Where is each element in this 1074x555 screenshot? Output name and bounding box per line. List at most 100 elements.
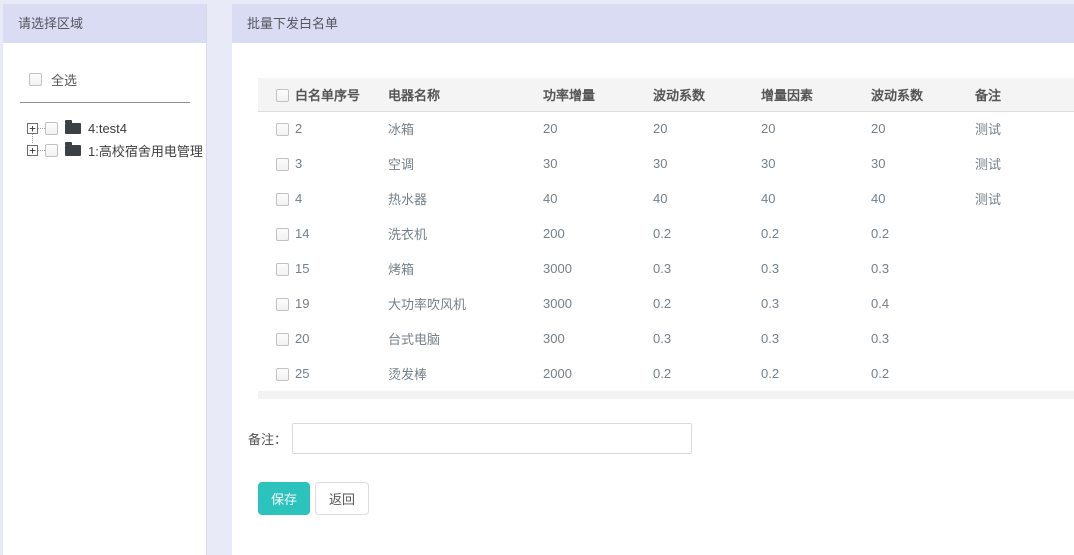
table-cell: 测试: [975, 146, 1074, 181]
table-header-row: 白名单序号 电器名称 功率增量 波动系数 增量因素 波动系数 备注: [258, 78, 1074, 111]
table-cell: 20: [543, 111, 653, 146]
row-checkbox[interactable]: [276, 263, 289, 276]
table-cell: 25: [295, 356, 388, 391]
table-cell: 3000: [543, 251, 653, 286]
table-cell: 4: [295, 181, 388, 216]
tree-node: + 1:高校宿舍用电管理: [27, 142, 206, 158]
table-cell: [975, 321, 1074, 356]
column-header: 波动系数: [653, 78, 761, 111]
tree-node-checkbox[interactable]: [45, 122, 58, 135]
table-cell: 2: [295, 111, 388, 146]
row-checkbox[interactable]: [276, 228, 289, 241]
select-all-checkbox[interactable]: [29, 73, 42, 86]
table-row: 14洗衣机2000.20.20.2: [258, 216, 1074, 251]
table-cell: 30: [761, 146, 871, 181]
column-header: 增量因素: [761, 78, 871, 111]
column-header: 白名单序号: [295, 78, 388, 111]
remark-row: 备注：: [248, 423, 692, 454]
table-cell: 0.3: [653, 251, 761, 286]
horizontal-scrollbar[interactable]: [258, 391, 1074, 399]
table-cell: 0.2: [653, 356, 761, 391]
table-cell: 测试: [975, 111, 1074, 146]
table-cell: 0.2: [761, 356, 871, 391]
table-cell: 40: [653, 181, 761, 216]
column-header: 电器名称: [388, 78, 543, 111]
whitelist-panel: 批量下发白名单 白名单序号 电器名称 功率增量 波动系数 增量因素 波动系数 备…: [232, 4, 1074, 555]
tree-connector: [38, 128, 45, 129]
table-row: 19大功率吹风机30000.20.30.4: [258, 286, 1074, 321]
table-cell: 40: [761, 181, 871, 216]
table-row: 2冰箱20202020测试: [258, 111, 1074, 146]
tree-node-label[interactable]: 1:高校宿舍用电管理: [88, 141, 203, 160]
back-button[interactable]: 返回: [315, 482, 369, 515]
region-tree: + 4:test4 + 1:高校宿舍用电管理: [27, 120, 206, 158]
row-checkbox[interactable]: [276, 193, 289, 206]
select-all-rows-checkbox[interactable]: [276, 89, 289, 102]
table-cell: [975, 356, 1074, 391]
table-cell: 洗衣机: [388, 216, 543, 251]
table-cell: 0.3: [653, 321, 761, 356]
table-cell: 40: [543, 181, 653, 216]
table-cell: 0.2: [653, 216, 761, 251]
column-header: 波动系数: [871, 78, 975, 111]
table-cell: 0.4: [871, 286, 975, 321]
remark-label: 备注：: [248, 429, 287, 448]
save-button[interactable]: 保存: [258, 482, 310, 515]
tree-connector: [38, 150, 45, 151]
row-checkbox[interactable]: [276, 158, 289, 171]
table-cell: 200: [543, 216, 653, 251]
column-header: 功率增量: [543, 78, 653, 111]
folder-icon: [65, 123, 81, 134]
expand-plus-icon[interactable]: +: [27, 123, 38, 134]
row-checkbox[interactable]: [276, 333, 289, 346]
table-cell: 0.2: [653, 286, 761, 321]
table-cell: 19: [295, 286, 388, 321]
whitelist-table-viewport: 白名单序号 电器名称 功率增量 波动系数 增量因素 波动系数 备注 2冰箱202…: [258, 78, 1074, 391]
table-row: 4热水器40404040测试: [258, 181, 1074, 216]
tree-node-label[interactable]: 4:test4: [88, 121, 127, 136]
tree-node-checkbox[interactable]: [45, 144, 58, 157]
action-buttons: 保存 返回: [258, 482, 369, 515]
row-checkbox[interactable]: [276, 298, 289, 311]
page-title: 批量下发白名单: [232, 4, 1074, 43]
table-cell: 20: [761, 111, 871, 146]
table-cell: 3: [295, 146, 388, 181]
column-header: 备注: [975, 78, 1074, 111]
table-cell: 热水器: [388, 181, 543, 216]
table-cell: 烫发棒: [388, 356, 543, 391]
table-row: 25烫发棒20000.20.20.2: [258, 356, 1074, 391]
table-cell: 空调: [388, 146, 543, 181]
table-row: 20台式电脑3000.30.30.3: [258, 321, 1074, 356]
sidebar-title: 请选择区域: [3, 4, 206, 43]
table-cell: [975, 286, 1074, 321]
table-cell: 15: [295, 251, 388, 286]
table-cell: 30: [653, 146, 761, 181]
table-cell: 0.3: [871, 251, 975, 286]
table-cell: 14: [295, 216, 388, 251]
table-cell: 2000: [543, 356, 653, 391]
table-cell: 30: [871, 146, 975, 181]
table-cell: 0.2: [761, 216, 871, 251]
table-cell: 40: [871, 181, 975, 216]
select-all-label[interactable]: 全选: [51, 70, 77, 89]
table-row: 3空调30303030测试: [258, 146, 1074, 181]
tree-node: + 4:test4: [27, 120, 206, 136]
table-cell: [975, 216, 1074, 251]
table-cell: 冰箱: [388, 111, 543, 146]
row-checkbox[interactable]: [276, 123, 289, 136]
table-cell: 20: [295, 321, 388, 356]
expand-plus-icon[interactable]: +: [27, 145, 38, 156]
row-checkbox[interactable]: [276, 368, 289, 381]
table-cell: 台式电脑: [388, 321, 543, 356]
table-cell: 300: [543, 321, 653, 356]
remark-input[interactable]: [292, 423, 692, 454]
table-cell: 0.3: [761, 286, 871, 321]
select-all-row: 全选: [29, 70, 206, 89]
whitelist-table: 白名单序号 电器名称 功率增量 波动系数 增量因素 波动系数 备注 2冰箱202…: [258, 78, 1074, 391]
table-cell: 0.3: [871, 321, 975, 356]
table-cell: 0.3: [761, 251, 871, 286]
table-cell: 3000: [543, 286, 653, 321]
region-sidebar: 请选择区域 全选 + 4:test4 + 1:高校宿舍用电管理: [3, 4, 207, 555]
folder-icon: [65, 145, 81, 156]
sidebar-divider: [20, 102, 190, 103]
